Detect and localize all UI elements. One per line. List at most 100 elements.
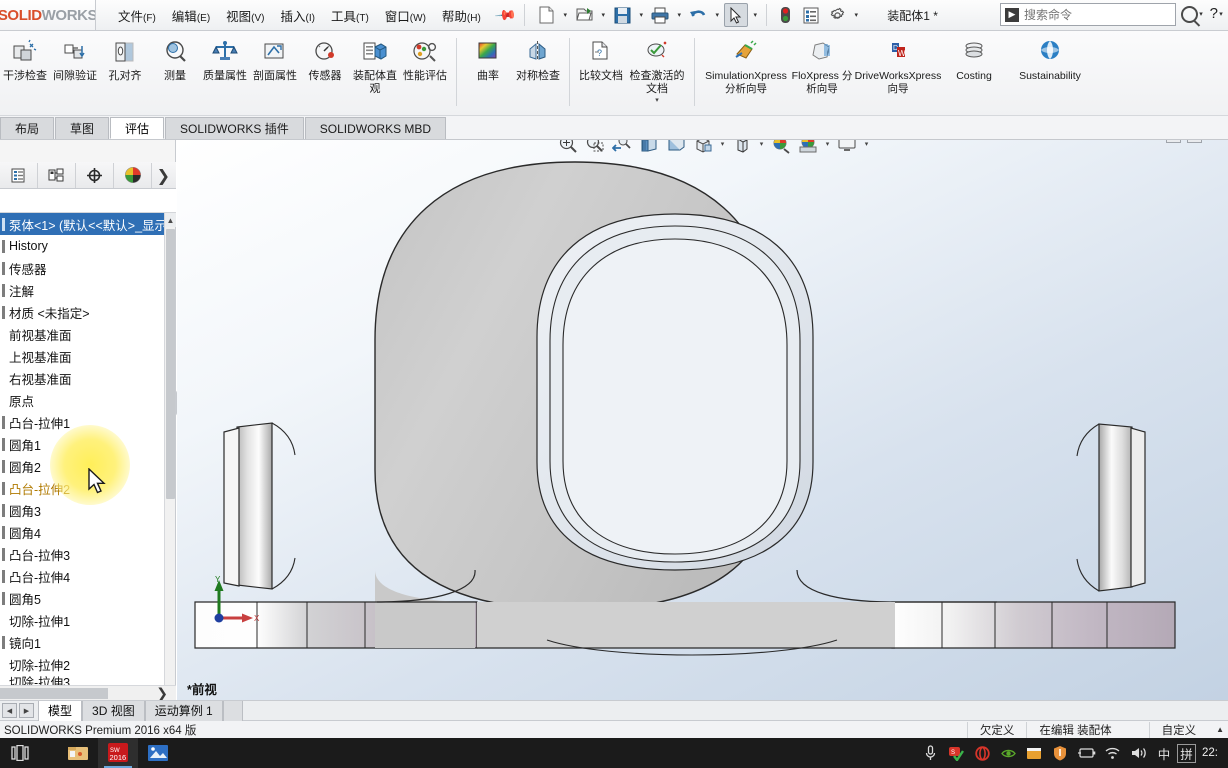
ribbon-button-measure[interactable]: 测量 (150, 36, 200, 108)
ribbon-button-mass-properties[interactable]: 质量属性 (200, 36, 250, 108)
tree-node-boss-extrude-2[interactable]: 凸台-拉伸2 (0, 477, 165, 499)
menu-tools[interactable]: 工具(T) (323, 2, 377, 29)
ribbon-button-section-properties[interactable]: 剖面属性 (250, 36, 300, 108)
task-view-icon[interactable] (0, 738, 40, 768)
tree-node-boss-extrude-1[interactable]: 凸台-拉伸1 (0, 411, 165, 433)
pump-body-model[interactable] (177, 140, 1228, 700)
tab-solidworks-mbd[interactable]: SOLIDWORKS MBD (304, 117, 447, 139)
property-manager-tab[interactable] (38, 162, 76, 188)
volume-icon[interactable] (1125, 738, 1151, 768)
opera-icon[interactable] (969, 738, 995, 768)
tree-node-fillet-3[interactable]: 圆角3 (0, 499, 165, 521)
save-icon[interactable] (610, 3, 634, 27)
ribbon-button-symmetry-check[interactable]: 对称检查 (513, 36, 563, 108)
status-custom[interactable]: 自定义 (1148, 721, 1209, 738)
feature-manager-filter-box[interactable] (0, 189, 176, 213)
shield-icon[interactable] (1047, 738, 1073, 768)
tree-node-fillet-2[interactable]: 圆角2 (0, 455, 165, 477)
check-active-document-caret-icon[interactable]: ▾ (655, 96, 659, 104)
ribbon-button-assembly-visualization[interactable]: 装配体直观 (350, 36, 400, 108)
tree-node-front-plane[interactable]: 前视基准面 (0, 323, 165, 345)
tree-node-annotations[interactable]: 注解 (0, 279, 165, 301)
new-document-caret-icon[interactable]: ▾ (560, 11, 570, 19)
options-list-icon[interactable] (799, 3, 823, 27)
tab-solidworks-addins[interactable]: SOLIDWORKS 插件 (165, 117, 304, 139)
tab-scroll-left-icon[interactable]: ◀ (2, 703, 17, 718)
nvidia-icon[interactable] (995, 738, 1021, 768)
tree-node-material[interactable]: 材质 <未指定> (0, 301, 165, 323)
expand-panel-icon[interactable]: ❯ (157, 166, 170, 186)
ribbon-button-driveworksxpress[interactable]: DW DriveWorksXpress 向导 (853, 36, 943, 108)
search-input[interactable] (1024, 7, 1171, 22)
photos-icon[interactable] (138, 738, 178, 768)
pin-icon[interactable]: 📌 (493, 3, 518, 27)
ribbon-button-curvature[interactable]: 曲率 (463, 36, 513, 108)
search-caret-icon[interactable]: ▾ (1196, 10, 1206, 18)
bottom-tab-motion-study[interactable]: 运动算例 1 (144, 700, 223, 721)
tree-node-boss-extrude-3[interactable]: 凸台-拉伸3 (0, 543, 165, 565)
tree-node-fillet-4[interactable]: 圆角4 (0, 521, 165, 543)
ribbon-button-costing[interactable]: Costing (943, 36, 1005, 108)
tree-node-history[interactable]: History (0, 235, 165, 257)
menu-file[interactable]: 文件(F) (110, 2, 164, 29)
search-command-box[interactable]: ▶ (1000, 3, 1176, 26)
ribbon-button-sensor[interactable]: 传感器 (300, 36, 350, 108)
tree-node-fillet-1[interactable]: 圆角1 (0, 433, 165, 455)
settings-caret-icon[interactable]: ▾ (851, 11, 861, 19)
undo-icon[interactable] (686, 3, 710, 27)
wifi-icon[interactable] (1099, 738, 1125, 768)
ribbon-button-hole-alignment[interactable]: 孔对齐 (100, 36, 150, 108)
display-manager-tab[interactable] (114, 162, 152, 188)
tree-node-cut-extrude-2[interactable]: 切除-拉伸2 (0, 653, 165, 675)
open-document-icon[interactable] (572, 3, 596, 27)
scroll-up-icon[interactable]: ▲ (165, 213, 176, 227)
ime-pinyin-icon[interactable]: 拼 (1177, 743, 1196, 763)
graphics-viewport[interactable]: ▾ ▾ ▾ ▾ ◀ ▶ (177, 140, 1228, 700)
microphone-icon[interactable] (917, 738, 943, 768)
tab-layout[interactable]: 布局 (0, 117, 55, 139)
tab-scroll-right-icon[interactable]: ▶ (19, 703, 34, 718)
menu-view[interactable]: 视图(V) (218, 2, 272, 29)
tree-node-origin[interactable]: 原点 (0, 389, 165, 411)
configuration-manager-tab[interactable] (76, 162, 114, 188)
solidworks-2016-icon[interactable]: SW 2016 (98, 738, 138, 768)
print-icon[interactable] (648, 3, 672, 27)
tree-node-fillet-5[interactable]: 圆角5 (0, 587, 165, 609)
save-caret-icon[interactable]: ▾ (636, 11, 646, 19)
sogou-icon[interactable]: S (943, 738, 969, 768)
feature-manager-tree-tab[interactable] (0, 162, 38, 188)
bottom-tab-model[interactable]: 模型 (38, 700, 83, 721)
chevron-up-icon[interactable]: ▲ (1208, 725, 1224, 734)
ribbon-button-sustainability[interactable]: Sustainability (1005, 36, 1095, 108)
ribbon-button-simulationxpress[interactable]: SimulationXpress 分析向导 (701, 36, 791, 108)
print-caret-icon[interactable]: ▾ (674, 11, 684, 19)
tree-node-sensors[interactable]: 传感器 (0, 257, 165, 279)
tree-node-assembly-root[interactable]: 泵体<1> (默认<<默认>_显示 (0, 213, 165, 235)
menu-insert[interactable]: 插入(I) (273, 2, 323, 29)
new-document-icon[interactable] (534, 3, 558, 27)
file-explorer-icon[interactable] (58, 738, 98, 768)
select-caret-icon[interactable]: ▾ (750, 11, 760, 19)
bottom-tab-empty[interactable] (222, 700, 243, 721)
open-document-caret-icon[interactable]: ▾ (598, 11, 608, 19)
select-cursor-icon[interactable] (724, 3, 749, 27)
tree-node-top-plane[interactable]: 上视基准面 (0, 345, 165, 367)
ribbon-button-check-active-document[interactable]: 检查激活的文档 ▾ (626, 36, 688, 108)
help-caret-icon[interactable]: ▾ (1216, 10, 1226, 18)
menu-edit[interactable]: 编辑(E) (164, 2, 218, 29)
tree-node-right-plane[interactable]: 右视基准面 (0, 367, 165, 389)
settings-gear-icon[interactable] (825, 3, 849, 27)
menu-window[interactable]: 窗口(W) (377, 2, 434, 29)
ribbon-button-compare-documents[interactable]: ? 比较文档 (576, 36, 626, 108)
feature-tree-horizontal-scrollbar[interactable]: ❯ (0, 685, 176, 701)
ribbon-button-clearance-verification[interactable]: 间隙验证 (50, 36, 100, 108)
window-icon[interactable] (1021, 738, 1047, 768)
taskbar-clock[interactable]: 22: (1196, 747, 1224, 759)
scrollbar-thumb[interactable] (166, 229, 175, 499)
tree-node-cut-extrude-1[interactable]: 切除-拉伸1 (0, 609, 165, 631)
horizontal-scrollbar-thumb[interactable] (0, 688, 108, 699)
ribbon-button-performance-evaluation[interactable]: 性能评估 (400, 36, 450, 108)
tab-evaluate[interactable]: 评估 (110, 117, 165, 139)
ribbon-button-interference-check[interactable]: 干涉检查 (0, 36, 50, 108)
ribbon-button-floxpress[interactable]: FloXpress 分析向导 (791, 36, 853, 108)
